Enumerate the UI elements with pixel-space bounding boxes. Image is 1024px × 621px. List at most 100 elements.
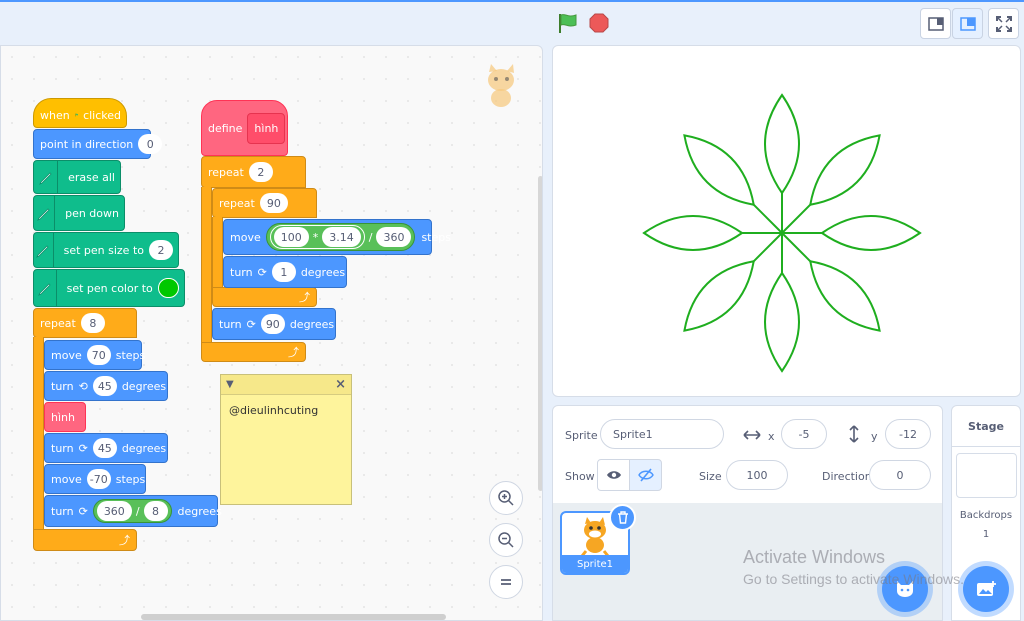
turn-degrees-input[interactable]: 45 [92, 438, 117, 458]
choose-backdrop-button[interactable] [963, 566, 1009, 612]
divide-right-input[interactable]: 8 [143, 501, 168, 521]
stage-panel-title: Stage [968, 420, 1004, 433]
rotate-right-icon: ⟳ [78, 441, 88, 455]
flower-stem [781, 232, 811, 262]
pen-down-block[interactable]: pen down [33, 195, 125, 231]
erase-all-block[interactable]: erase all [33, 160, 121, 194]
pen-color-swatch[interactable] [157, 278, 179, 298]
rotate-right-icon: ⟳ [257, 265, 267, 279]
turn-degrees-input[interactable]: 1 [271, 262, 296, 282]
repeat-block-inner-arm [212, 217, 223, 289]
pen-down-label: pen down [65, 206, 119, 220]
small-stage-button[interactable] [920, 8, 951, 39]
stop-sign-icon[interactable] [589, 13, 609, 33]
turn-left-block[interactable]: turn ⟲ 45 degrees [44, 371, 168, 401]
move-steps-block-2[interactable]: move -70 steps [44, 464, 146, 494]
direction-input[interactable]: 0 [869, 460, 931, 490]
flower-petal [683, 260, 755, 332]
large-stage-icon [959, 16, 976, 31]
turn-degrees-input[interactable]: 45 [92, 376, 117, 396]
comment-header[interactable]: ▼ × [221, 375, 351, 395]
x-position-input[interactable]: -5 [781, 419, 827, 449]
define-hinh-block[interactable]: define hình [201, 100, 288, 156]
set-pen-size-block[interactable]: set pen size to 2 [33, 232, 179, 268]
steps-label: steps [421, 230, 451, 244]
move-expression-block[interactable]: move 100 * 3.14 / 360 steps [223, 219, 451, 255]
backdrop-thumbnail[interactable] [956, 453, 1017, 498]
move-label: move [51, 472, 82, 486]
horizontal-scrollbar[interactable] [141, 614, 446, 620]
direction-input[interactable]: 0 [138, 134, 163, 154]
divide-operator[interactable]: 360 / 8 [92, 499, 172, 523]
repeat-block-inner[interactable]: repeat 90 [212, 188, 317, 218]
divide-right-input[interactable]: 360 [376, 227, 412, 247]
size-input[interactable]: 100 [726, 460, 788, 490]
green-flag-icon[interactable] [557, 12, 579, 34]
flower-stem [781, 204, 811, 234]
loop-arrow-icon: ⤴ [288, 346, 299, 359]
comment-note[interactable]: ▼ × @dieulinhcuting [220, 374, 352, 505]
small-stage-icon [927, 16, 944, 31]
fullscreen-button[interactable] [988, 8, 1019, 39]
turn-right-block-define[interactable]: turn ⟳ 90 degrees [212, 308, 336, 340]
pen-size-input[interactable]: 2 [149, 240, 173, 260]
multiply-right-input[interactable]: 3.14 [322, 227, 361, 247]
zoom-reset-button[interactable] [489, 565, 523, 599]
turn-degrees-input[interactable]: 90 [260, 314, 285, 334]
large-stage-button[interactable] [952, 8, 983, 39]
show-label: Show [565, 470, 595, 483]
divide-operator[interactable]: 100 * 3.14 / 360 [265, 223, 416, 251]
move-steps-input[interactable]: 70 [86, 345, 111, 365]
green-flag-icon [75, 113, 78, 117]
degrees-label: degrees [300, 265, 346, 279]
move-steps-block[interactable]: move 70 steps [44, 340, 145, 370]
x-label: x [768, 430, 775, 443]
stage-canvas[interactable] [552, 45, 1021, 397]
divide-symbol: / [135, 504, 140, 518]
zoom-in-button[interactable] [489, 481, 523, 515]
zoom-out-button[interactable] [489, 523, 523, 557]
eye-icon [606, 471, 621, 479]
comment-text[interactable]: @dieulinhcuting [221, 395, 351, 426]
turn-right-block-inner[interactable]: turn ⟳ 1 degrees [223, 256, 347, 288]
collapse-arrow-icon[interactable]: ▼ [226, 379, 234, 390]
sprite-name-input[interactable]: Sprite1 [600, 419, 724, 449]
show-hidden-button[interactable] [629, 459, 662, 491]
delete-sprite-button[interactable] [609, 504, 636, 531]
turn-right-divide-block[interactable]: turn ⟳ 360 / 8 degrees [44, 495, 222, 527]
close-icon[interactable]: × [335, 377, 346, 392]
hinh-call-block[interactable]: hình [44, 402, 86, 432]
turn-label: turn [230, 265, 253, 279]
rotate-right-icon: ⟳ [78, 504, 88, 518]
flower-petal [809, 260, 881, 332]
y-label: y [871, 430, 878, 443]
vertical-scrollbar[interactable] [538, 176, 542, 491]
repeat-count-input[interactable]: 8 [80, 313, 105, 333]
steps-label: steps [115, 348, 146, 362]
turn-right-block[interactable]: turn ⟳ 45 degrees [44, 433, 168, 463]
sprite-cat-icon [488, 64, 514, 107]
turn-label: turn [51, 504, 74, 518]
multiply-operator[interactable]: 100 * 3.14 [269, 225, 365, 249]
fullscreen-icon [995, 15, 1012, 32]
repeat-block-define[interactable]: repeat 2 [201, 156, 306, 188]
code-area[interactable]: when clicked point in direction 0 erase … [0, 45, 543, 621]
repeat-count-input[interactable]: 2 [248, 162, 273, 182]
stage-panel-divider [952, 446, 1020, 447]
activate-windows-subtitle: Go to Settings to activate Windows. [743, 571, 964, 587]
set-pen-color-block[interactable]: set pen color to [33, 269, 185, 307]
show-visible-button[interactable] [597, 459, 630, 491]
repeat-count-input[interactable]: 90 [259, 193, 288, 213]
repeat-block-outer[interactable]: repeat 8 [33, 308, 137, 338]
flower-petal [764, 93, 800, 195]
divide-left-input[interactable]: 360 [96, 501, 132, 521]
when-flag-clicked-block[interactable]: when clicked [33, 98, 127, 128]
move-steps-input[interactable]: -70 [86, 469, 111, 489]
eye-hidden-icon [637, 468, 654, 482]
vertical-arrows-icon [849, 425, 859, 443]
horizontal-arrows-icon [743, 430, 761, 440]
multiply-left-input[interactable]: 100 [273, 227, 309, 247]
y-position-input[interactable]: -12 [885, 419, 931, 449]
backdrops-count: 1 [982, 529, 990, 540]
point-in-direction-block[interactable]: point in direction 0 [33, 129, 163, 159]
